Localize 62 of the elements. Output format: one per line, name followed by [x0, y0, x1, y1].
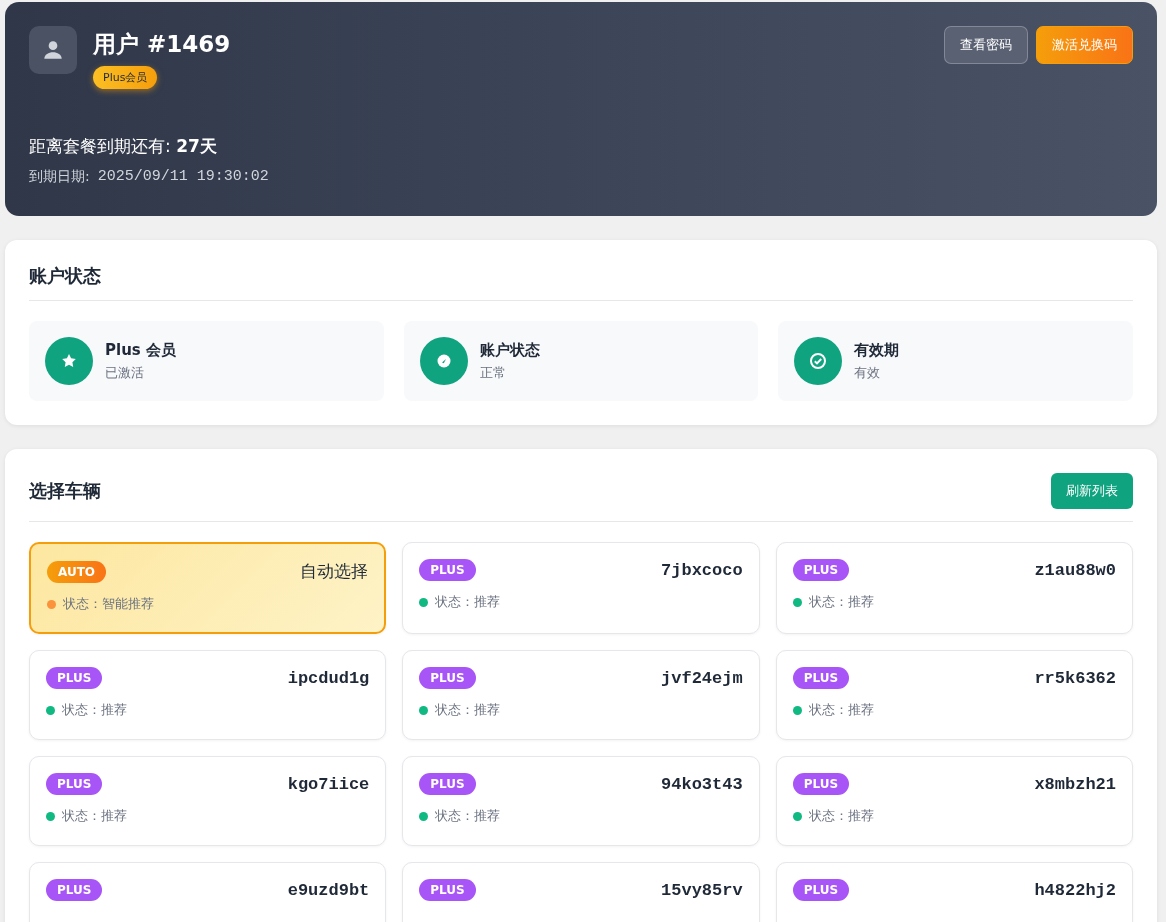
vehicle-status: 状态：推荐: [62, 701, 127, 719]
vehicle-card[interactable]: PLUS rr5k6362 状态：推荐: [775, 650, 1133, 740]
tile-title: Plus 会员: [105, 340, 176, 360]
vehicle-name: jvf24ejm: [661, 668, 743, 688]
tier-badge: PLUS: [792, 667, 850, 689]
vehicle-status: 状态：推荐: [62, 807, 127, 825]
vehicle-name: e9uzd9bt: [287, 880, 370, 900]
tile-title: 账户状态: [479, 340, 540, 360]
vehicle-name: rr5k6362: [1034, 668, 1116, 688]
tier-badge: PLUS: [792, 559, 850, 581]
section-title: 选择车辆: [29, 479, 101, 503]
tile-status: 有效: [854, 363, 882, 382]
tile-status: 已激活: [105, 363, 145, 382]
tier-badge: PLUS: [419, 879, 476, 901]
section-title: 账户状态: [29, 264, 102, 288]
vehicle-name: 94ko3t43: [661, 774, 743, 794]
tier-badge: PLUS: [419, 667, 476, 689]
vehicle-card[interactable]: PLUS h4822hj2: [775, 862, 1133, 922]
tier-badge: PLUS: [46, 773, 103, 795]
vehicle-status: 状态：推荐: [808, 807, 874, 825]
vehicle-name: 自动选择: [300, 560, 369, 583]
vehicle-card[interactable]: AUTO 自动选择 状态：智能推荐: [29, 542, 387, 634]
plan-badge: Plus会员: [93, 66, 158, 89]
tier-badge: PLUS: [792, 773, 850, 795]
vehicle-name: kgo7iice: [287, 774, 370, 794]
vehicle-status: 状态：推荐: [808, 593, 874, 611]
vehicle-card[interactable]: PLUS 15vy85rv: [402, 862, 760, 922]
vehicle-name: 7jbxcoco: [661, 560, 743, 580]
vehicle-name: h4822hj2: [1034, 880, 1116, 900]
expiry-label: 到期日期:: [29, 168, 90, 186]
tier-badge: AUTO: [47, 560, 107, 583]
vehicle-card[interactable]: PLUS kgo7iice 状态：推荐: [29, 756, 387, 846]
tile-status: 正常: [479, 363, 507, 382]
vehicle-card[interactable]: PLUS ipcdud1g 状态：推荐: [29, 650, 387, 740]
vehicle-name: z1au88w0: [1034, 560, 1116, 580]
vehicle-card[interactable]: PLUS z1au88w0 状态：推荐: [775, 542, 1133, 634]
vehicle-name: 15vy85rv: [661, 880, 743, 900]
check-circle-icon: [794, 337, 843, 385]
vehicle-card[interactable]: PLUS 7jbxcoco 状态：推荐: [402, 542, 760, 634]
user-title: 用户 #1469: [93, 30, 232, 59]
tile-title: 有效期: [854, 340, 900, 360]
vehicle-name: x8mbzh21: [1034, 774, 1116, 794]
countdown-text: 距离套餐到期还有: 27天: [29, 135, 218, 158]
gauge-icon: [419, 337, 468, 385]
vehicle-card[interactable]: PLUS e9uzd9bt: [29, 862, 387, 922]
tier-badge: PLUS: [419, 773, 476, 795]
vehicle-status: 状态：智能推荐: [63, 595, 154, 613]
avatar-icon: [29, 26, 77, 74]
tier-badge: PLUS: [792, 879, 850, 901]
vehicle-name: ipcdud1g: [287, 668, 370, 688]
tier-badge: PLUS: [46, 667, 103, 689]
tier-badge: PLUS: [419, 559, 476, 581]
vehicle-status: 状态：推荐: [808, 701, 874, 719]
expiry-date: 2025/09/11 19:30:02: [97, 168, 269, 186]
vehicle-card[interactable]: PLUS x8mbzh21 状态：推荐: [775, 756, 1133, 846]
vehicle-card[interactable]: PLUS jvf24ejm 状态：推荐: [402, 650, 760, 740]
tier-badge: PLUS: [46, 879, 103, 901]
vehicle-status: 状态：推荐: [435, 807, 501, 825]
vehicle-status: 状态：推荐: [435, 701, 501, 719]
vehicle-card[interactable]: PLUS 94ko3t43 状态：推荐: [402, 756, 760, 846]
view-password-button[interactable]: 查看密码: [944, 26, 1028, 64]
vehicle-status: 状态：推荐: [435, 593, 501, 611]
